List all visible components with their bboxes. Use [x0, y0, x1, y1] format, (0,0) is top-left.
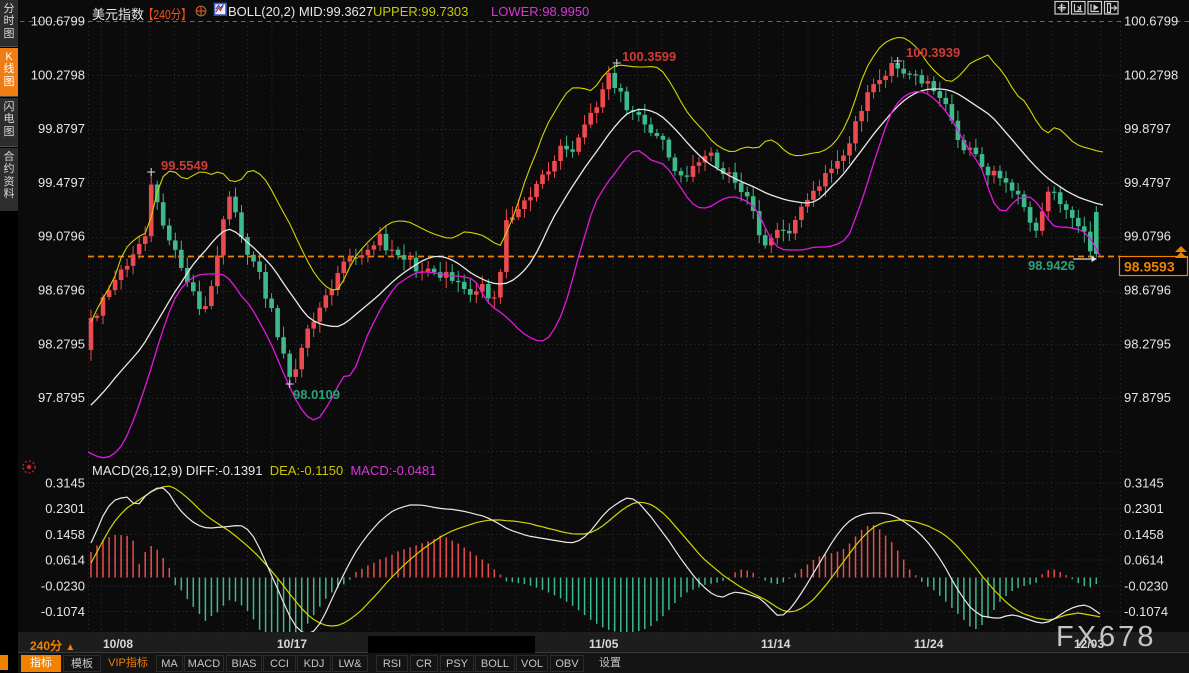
svg-text:99.8797: 99.8797: [1124, 121, 1171, 136]
svg-text:-0.1074: -0.1074: [41, 604, 85, 619]
svg-text:98.9593: 98.9593: [1124, 259, 1175, 275]
svg-text:98.0109: 98.0109: [293, 387, 340, 402]
svg-text:98.9426: 98.9426: [1028, 258, 1075, 273]
svg-text:0.0614: 0.0614: [1124, 553, 1164, 568]
svg-text:99.4797: 99.4797: [38, 175, 85, 190]
svg-text:100.3599: 100.3599: [622, 49, 676, 64]
svg-text:98.2795: 98.2795: [38, 336, 85, 351]
svg-text:-0.0230: -0.0230: [41, 578, 85, 593]
svg-text:0.2301: 0.2301: [1124, 501, 1164, 516]
svg-text:0.0614: 0.0614: [45, 553, 85, 568]
svg-text:98.6796: 98.6796: [1124, 283, 1171, 298]
svg-text:97.8795: 97.8795: [38, 390, 85, 405]
svg-text:97.8795: 97.8795: [1124, 390, 1171, 405]
svg-text:98.2795: 98.2795: [1124, 336, 1171, 351]
svg-text:-0.1074: -0.1074: [1124, 604, 1168, 619]
svg-text:-0.0230: -0.0230: [1124, 578, 1168, 593]
svg-text:99.4797: 99.4797: [1124, 175, 1171, 190]
svg-text:99.8797: 99.8797: [38, 121, 85, 136]
svg-text:0.1458: 0.1458: [45, 527, 85, 542]
svg-text:100.3939: 100.3939: [906, 45, 960, 60]
svg-text:99.5549: 99.5549: [161, 158, 208, 173]
svg-text:100.6799: 100.6799: [1124, 14, 1178, 29]
svg-text:0.3145: 0.3145: [45, 476, 85, 491]
svg-text:0.2301: 0.2301: [45, 501, 85, 516]
svg-text:0.3145: 0.3145: [1124, 476, 1164, 491]
svg-text:100.2798: 100.2798: [31, 67, 85, 82]
svg-text:100.2798: 100.2798: [1124, 67, 1178, 82]
svg-text:98.6796: 98.6796: [38, 283, 85, 298]
svg-text:0.1458: 0.1458: [1124, 527, 1164, 542]
svg-text:99.0796: 99.0796: [1124, 229, 1171, 244]
svg-text:100.6799: 100.6799: [31, 14, 85, 29]
svg-text:99.0796: 99.0796: [38, 229, 85, 244]
